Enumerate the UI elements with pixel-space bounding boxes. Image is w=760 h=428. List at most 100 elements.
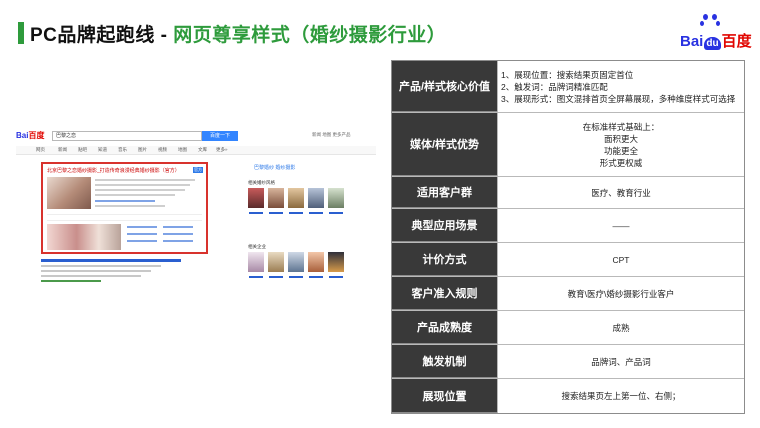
row-value-line: 在标准样式基础上： (582, 121, 660, 132)
ad-link-line (127, 233, 157, 235)
row-value: 成熟 (497, 311, 744, 344)
mini-tab: 图片 (138, 147, 147, 152)
side-company-thumb (248, 252, 264, 272)
ad-official-tag: 官方 (193, 167, 203, 173)
row-header: 触发机制 (392, 345, 497, 378)
result-text-line (41, 265, 161, 267)
search-result-screenshot: Bai百度 巴黎之恋 百度一下 新闻 地图 更多产品 网页 新闻 贴吧 知道 音乐 图片 视… (16, 128, 376, 286)
table-row: 客户准入规则 教育\医疗\婚纱摄影行业客户 (392, 277, 744, 311)
page-title: PC品牌起跑线 - 网页尊享样式（婚纱摄影行业） (30, 20, 446, 47)
row-value-line: 1、展现位置：搜索结果页固定首位 (501, 69, 634, 80)
side-company-caption (309, 276, 323, 278)
ad-text-line (95, 205, 165, 207)
side-company-caption (249, 276, 263, 278)
row-value-line: —— (612, 220, 630, 231)
mini-tab: 更多» (216, 147, 228, 152)
row-value: 1、展现位置：搜索结果页固定首位 2、触发词：品牌词精准匹配 3、展现形式：图文混排… (497, 61, 744, 112)
table-row: 典型应用场景 —— (392, 209, 744, 243)
row-value: CPT (497, 243, 744, 276)
side-poster (248, 188, 264, 208)
side-company-thumb (268, 252, 284, 272)
table-row: 触发机制 品牌词、产品词 (392, 345, 744, 379)
mini-tab: 音乐 (118, 147, 127, 152)
ad-text-line (95, 179, 195, 181)
ad-sub-tabs (47, 214, 202, 221)
row-value-line: 医疗、教育行业 (591, 187, 651, 198)
row-value-line: CPT (612, 254, 630, 265)
side-company-thumb (288, 252, 304, 272)
row-value: 医疗、教育行业 (497, 177, 744, 208)
mini-tab: 视频 (158, 147, 167, 152)
side-poster-caption (329, 212, 343, 214)
side-company-caption (329, 276, 343, 278)
row-header: 客户准入规则 (392, 277, 497, 310)
result-text-line (41, 275, 141, 277)
baidu-logo: Bai du 百度 (672, 14, 752, 50)
result-url-line (41, 280, 101, 282)
side-poster (328, 188, 344, 208)
side-company-caption (289, 276, 303, 278)
side-poster-caption (269, 212, 283, 214)
table-row: 媒体/样式优势 在标准样式基础上： 面积更大 功能更全 形式更权威 (392, 113, 744, 177)
row-value: 品牌词、产品词 (497, 345, 744, 378)
mini-baidu-logo: Bai百度 (16, 131, 45, 140)
side-panel-title: 巴黎婚纱 婚纱摄影 (254, 165, 296, 171)
ad-text-line (95, 194, 175, 196)
row-value-line: 2、触发词：品牌词精准匹配 (501, 81, 608, 92)
brand-ad-box: 北京巴黎之恋婚纱摄影_打造传奇浪漫经典婚纱摄影（官方） 官方 (41, 162, 208, 254)
table-row: 适用客户群 医疗、教育行业 (392, 177, 744, 209)
row-value-line: 搜索结果页左上第一位、右侧； (561, 391, 681, 401)
side-panel-subtitle-2: 相关企业 (248, 244, 266, 249)
mini-tabs: 网页 新闻 贴吧 知道 音乐 图片 视频 地图 文库 更多» (16, 146, 376, 155)
mini-search-button: 百度一下 (202, 131, 238, 141)
ad-link-line (163, 233, 193, 235)
mini-tab: 文库 (198, 147, 207, 152)
logo-text-right: 百度 (721, 33, 752, 50)
ad-wedding-photo (47, 224, 121, 250)
mini-search-bar: Bai百度 巴黎之恋 百度一下 新闻 地图 更多产品 (16, 128, 376, 144)
mini-tab: 地图 (178, 147, 187, 152)
mini-tab: 网页 (36, 147, 45, 152)
page-title-highlight: 网页尊享样式（婚纱摄影行业） (173, 25, 447, 46)
page-title-prefix: PC品牌起跑线 - (30, 25, 174, 46)
row-value-line: 功能更全 (603, 145, 638, 156)
side-company-thumb (308, 252, 324, 272)
row-value: 在标准样式基础上： 面积更大 功能更全 形式更权威 (497, 113, 744, 176)
table-row: 展现位置 搜索结果页左上第一位、右侧； (392, 379, 744, 413)
row-value-line: 教育\医疗\婚纱摄影行业客户 (567, 288, 675, 299)
side-poster (268, 188, 284, 208)
ad-text-line (95, 189, 185, 191)
mini-tab: 知道 (98, 147, 107, 152)
side-poster (308, 188, 324, 208)
mini-tab: 贴吧 (78, 147, 87, 152)
side-poster-caption (249, 212, 263, 214)
row-header: 适用客户群 (392, 177, 497, 208)
ad-link-line (127, 226, 157, 228)
ad-thumbnail (47, 177, 91, 209)
row-value-line: 面积更大 (603, 133, 638, 144)
title-accent-bar (18, 22, 24, 44)
row-value-line: 3、展现形式：图文混排首页全屏幕展现，多种维度样式可选择 (501, 93, 736, 104)
side-poster (288, 188, 304, 208)
row-header: 产品成熟度 (392, 311, 497, 344)
table-row: 产品/样式核心价值 1、展现位置：搜索结果页固定首位 2、触发词：品牌词精准匹配 3、… (392, 61, 744, 113)
table-row: 产品成熟度 成熟 (392, 311, 744, 345)
row-value-line: 品牌词、产品词 (591, 356, 651, 367)
result-title-line (41, 259, 181, 262)
ad-text-line (95, 184, 190, 186)
side-company-thumb (328, 252, 344, 272)
row-value: —— (497, 209, 744, 242)
side-panel-subtitle: 相关婚纱风格 (248, 180, 275, 185)
row-value: 搜索结果页左上第一位、右侧； (497, 379, 744, 413)
row-value-line: 成熟 (612, 322, 630, 333)
row-header: 展现位置 (392, 379, 497, 413)
row-header: 计价方式 (392, 243, 497, 276)
row-header: 产品/样式核心价值 (392, 61, 497, 112)
side-poster-caption (309, 212, 323, 214)
mini-tab: 新闻 (58, 147, 67, 152)
ad-title: 北京巴黎之恋婚纱摄影_打造传奇浪漫经典婚纱摄影（官方） (47, 168, 180, 174)
ad-link-line (163, 226, 193, 228)
side-poster-caption (289, 212, 303, 214)
row-header: 媒体/样式优势 (392, 113, 497, 176)
ad-link-line (95, 200, 155, 202)
